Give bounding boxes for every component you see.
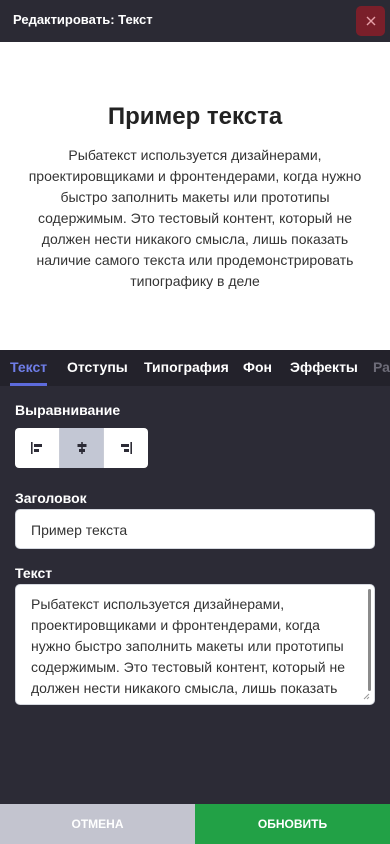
alignment-selector	[15, 428, 148, 468]
text-label: Текст	[15, 565, 53, 581]
align-right-button[interactable]	[103, 428, 148, 468]
close-button[interactable]	[356, 6, 385, 36]
align-center-icon	[77, 442, 86, 454]
modal-title: Редактировать: Текст	[13, 12, 153, 27]
align-left-button[interactable]	[15, 428, 59, 468]
tab-text[interactable]: Текст	[10, 350, 48, 386]
update-button[interactable]: ОБНОВИТЬ	[195, 804, 390, 844]
heading-label: Заголовок	[15, 490, 87, 506]
resize-handle-icon[interactable]	[362, 692, 370, 700]
tab-typography[interactable]: Типография	[144, 350, 229, 386]
align-center-button[interactable]	[58, 428, 104, 468]
align-left-icon	[30, 442, 42, 454]
modal-header: Редактировать: Текст	[0, 0, 390, 42]
alignment-label: Выравнивание	[15, 402, 121, 418]
text-textarea[interactable]: Рыбатекст используется дизайнерами, прое…	[15, 584, 375, 705]
preview-title: Пример текста	[107, 103, 283, 130]
settings-tabs: Текст Отступы Типография Фон Эффекты Ра	[0, 350, 390, 386]
textarea-scrollbar[interactable]	[368, 589, 371, 691]
tab-background[interactable]: Фон	[243, 350, 272, 386]
text-preview: Пример текста Рыбатекст используется диз…	[0, 42, 390, 350]
modal-footer: ОТМЕНА ОБНОВИТЬ	[0, 804, 390, 844]
close-icon	[366, 16, 375, 26]
preview-text: Рыбатекст используется дизайнерами, прое…	[28, 147, 362, 289]
heading-input[interactable]: Пример текста	[15, 509, 375, 549]
align-right-icon	[121, 442, 133, 454]
tab-effects[interactable]: Эффекты	[290, 350, 358, 386]
tab-padding[interactable]: Отступы	[67, 350, 128, 386]
tab-more[interactable]: Ра	[373, 350, 390, 386]
cancel-button[interactable]: ОТМЕНА	[0, 804, 195, 844]
